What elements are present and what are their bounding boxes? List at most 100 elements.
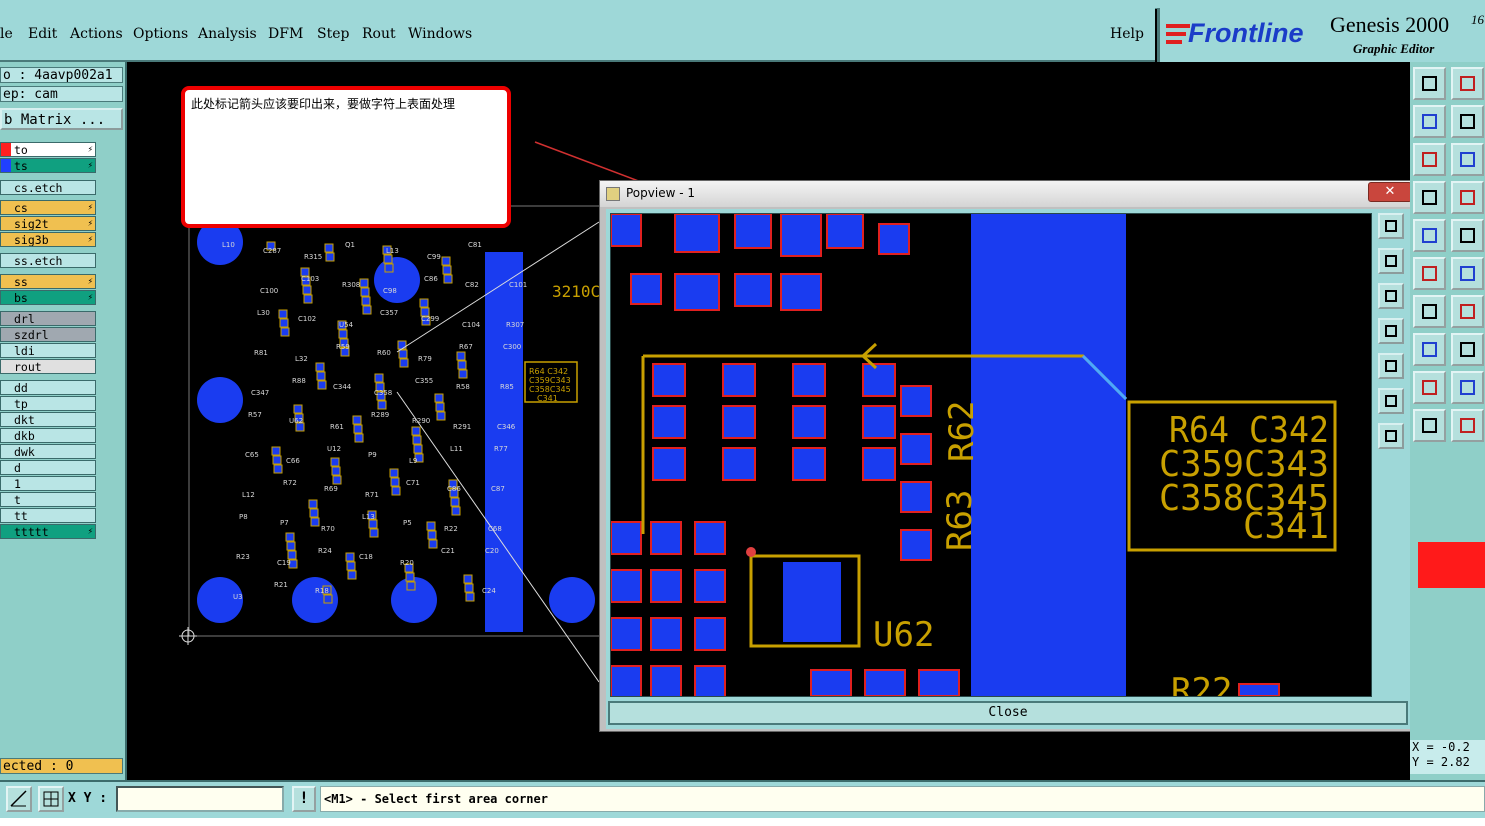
tool-button[interactable]: [1451, 333, 1484, 366]
menu-file[interactable]: le: [0, 26, 13, 42]
tool-button[interactable]: [1413, 67, 1446, 100]
layer-item[interactable]: cs ⚡: [0, 200, 96, 215]
layer-item[interactable]: ttttt ⚡: [0, 524, 96, 539]
layer-item[interactable]: sig3b ⚡: [0, 232, 96, 247]
layer-item[interactable]: tt: [0, 508, 96, 523]
layer-name: ss: [14, 275, 28, 289]
popview-close-icon[interactable]: ✕: [1368, 182, 1412, 202]
popview-tool-button[interactable]: [1378, 213, 1404, 239]
board-ref-label: R67: [459, 343, 473, 351]
layer-item[interactable]: 1: [0, 476, 96, 491]
product-subtitle: Graphic Editor: [1353, 41, 1435, 56]
board-pad: [315, 362, 325, 372]
measure-tool-button[interactable]: [6, 786, 32, 812]
menu-windows[interactable]: Windows: [408, 26, 472, 42]
layer-item[interactable]: ss.etch: [0, 253, 96, 268]
tool-button[interactable]: [1451, 257, 1484, 290]
tool-button[interactable]: [1413, 257, 1446, 290]
menu-options[interactable]: Options: [133, 26, 188, 42]
menu-rout[interactable]: Rout: [362, 26, 396, 42]
layer-item[interactable]: ldi: [0, 343, 96, 358]
popview-drawing: R64 C342 C359C343 C358C345 C341 R62 R63 …: [611, 214, 1337, 696]
layer-item[interactable]: dkb: [0, 428, 96, 443]
layer-color-swatch: [1418, 542, 1485, 588]
pan-up-icon: [1385, 255, 1397, 267]
layer-item[interactable]: szdrl: [0, 327, 96, 342]
tool-button[interactable]: [1451, 295, 1484, 328]
tool-button[interactable]: [1413, 295, 1446, 328]
bang-button[interactable]: !: [292, 786, 316, 812]
board-callout-3: C358C345: [529, 385, 571, 394]
layer-item[interactable]: ss ⚡: [0, 274, 96, 289]
tool-button[interactable]: [1413, 371, 1446, 404]
popview-pad: [900, 481, 932, 513]
layer-item[interactable]: t: [0, 492, 96, 507]
annotation-note: 此处标记箭头应该要印出来，要做字符上表面处理: [181, 86, 511, 228]
popview-body: R64 C342 C359C343 C358C345 C341 R62 R63 …: [606, 209, 1411, 729]
popview-close-button[interactable]: Close: [608, 701, 1408, 725]
tool-button[interactable]: [1451, 371, 1484, 404]
board-ref-label: P8: [239, 513, 248, 521]
board-ref-label: L13: [386, 247, 399, 255]
tool-button[interactable]: [1413, 219, 1446, 252]
board-pad: [279, 318, 289, 328]
layer-color-swatch: [1, 477, 11, 490]
tool-button[interactable]: [1451, 181, 1484, 214]
frontline-logo: Frontline Genesis 2000 16 Graphic Editor: [1157, 8, 1485, 62]
menu-actions[interactable]: Actions: [70, 26, 123, 42]
tool-button[interactable]: [1451, 409, 1484, 442]
coord-y: Y = 2.82: [1412, 755, 1470, 769]
layer-item[interactable]: drl: [0, 311, 96, 326]
product-version: 16: [1471, 12, 1484, 27]
menu-dfm[interactable]: DFM: [268, 26, 303, 42]
board-pad: [293, 404, 303, 414]
tool-button[interactable]: [1451, 105, 1484, 138]
board-ref-label: C20: [485, 547, 499, 555]
layer-name: sig3b: [14, 233, 49, 247]
board-ref-label: C98: [383, 287, 397, 295]
tool-button[interactable]: [1413, 105, 1446, 138]
popview-titlebar[interactable]: Popview - 1 ✕: [600, 181, 1416, 207]
menu-step[interactable]: Step: [317, 26, 349, 42]
layer-item[interactable]: rout: [0, 359, 96, 374]
popview-tool-button[interactable]: [1378, 318, 1404, 344]
board-ref-label: C287: [263, 247, 281, 255]
tool-button[interactable]: [1451, 143, 1484, 176]
board-ref-label: P5: [403, 519, 412, 527]
popview-tool-button[interactable]: [1378, 283, 1404, 309]
tool-button[interactable]: [1413, 181, 1446, 214]
layer-item[interactable]: tp: [0, 396, 96, 411]
board-pad: [451, 506, 461, 516]
board-pad: [354, 433, 364, 443]
popview-tool-button[interactable]: [1378, 423, 1404, 449]
board-pad: [384, 263, 394, 273]
grid-tool-button[interactable]: [38, 786, 64, 812]
layer-item[interactable]: d: [0, 460, 96, 475]
layer-item[interactable]: cs.etch: [0, 180, 96, 195]
layer-color-swatch: [1, 381, 11, 394]
layer-item[interactable]: bs ⚡: [0, 290, 96, 305]
menu-help[interactable]: Help: [1110, 26, 1144, 42]
popview-canvas[interactable]: R64 C342 C359C343 C358C345 C341 R62 R63 …: [610, 213, 1372, 697]
xy-input[interactable]: [116, 786, 284, 812]
layer-item[interactable]: dkt: [0, 412, 96, 427]
tool-button[interactable]: [1451, 67, 1484, 100]
matrix-button[interactable]: b Matrix ...: [0, 108, 123, 130]
tool-button[interactable]: [1413, 143, 1446, 176]
layer-item[interactable]: dwk: [0, 444, 96, 459]
tool-button[interactable]: [1413, 409, 1446, 442]
tool-button[interactable]: [1451, 219, 1484, 252]
layer-item[interactable]: ts ⚡: [0, 158, 96, 173]
layer-color-swatch: [1, 445, 11, 458]
board-ref-label: U12: [327, 445, 341, 453]
board-ref-label: R58: [456, 383, 470, 391]
menu-edit[interactable]: Edit: [28, 26, 57, 42]
popview-tool-button[interactable]: [1378, 248, 1404, 274]
popview-tool-button[interactable]: [1378, 353, 1404, 379]
menu-analysis[interactable]: Analysis: [198, 26, 257, 42]
tool-button[interactable]: [1413, 333, 1446, 366]
layer-item[interactable]: sig2t ⚡: [0, 216, 96, 231]
layer-item[interactable]: dd: [0, 380, 96, 395]
popview-tool-button[interactable]: [1378, 388, 1404, 414]
layer-item[interactable]: to ⚡: [0, 142, 96, 157]
